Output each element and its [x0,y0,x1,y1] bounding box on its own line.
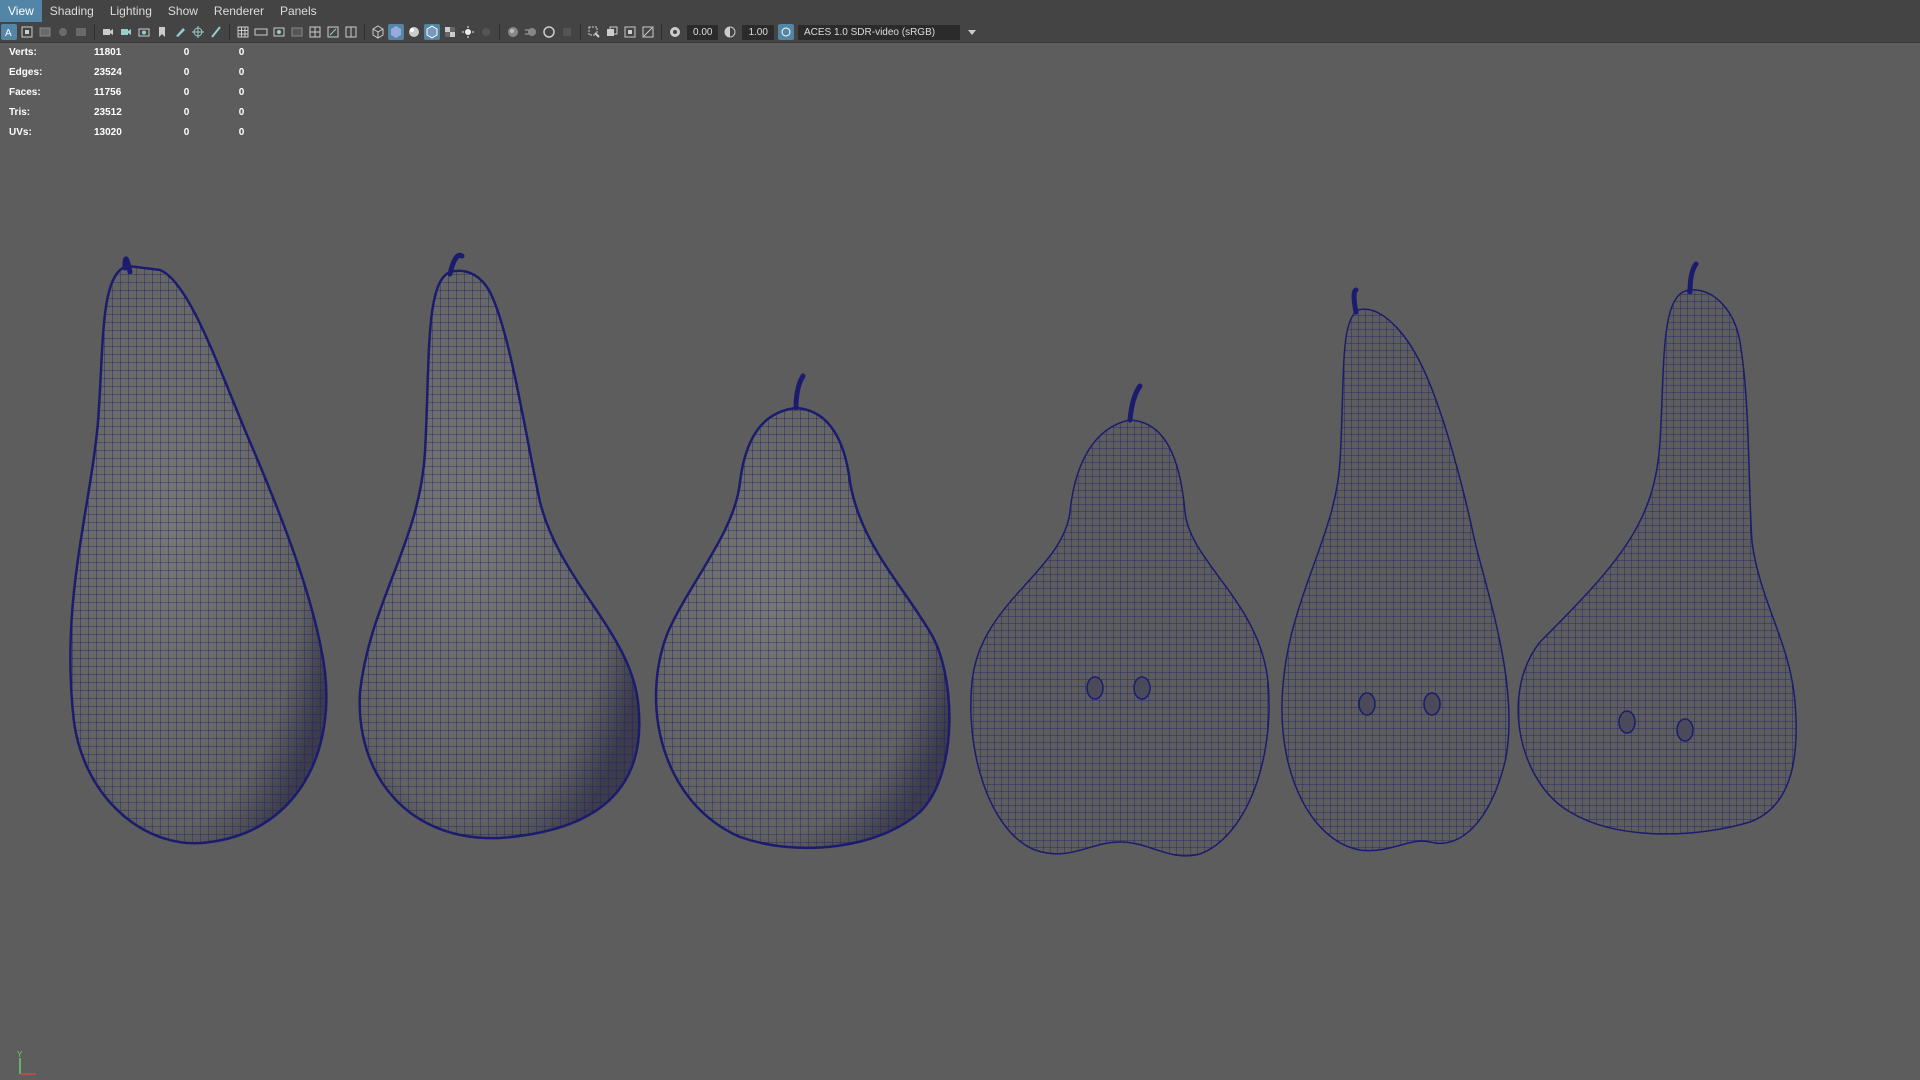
safe-title-icon[interactable] [343,24,359,40]
pear-seed [1618,710,1636,734]
pear-seed [1423,692,1441,716]
viewport-3d[interactable] [0,42,1920,1080]
film-gate-icon[interactable] [253,24,269,40]
pear-models[interactable] [69,252,1797,857]
view-2d-pan-icon[interactable] [73,24,89,40]
camera-lock-icon[interactable] [118,24,134,40]
pear-seed [1133,676,1151,700]
pear-stem [1127,383,1143,423]
menu-panels[interactable]: Panels [272,0,325,22]
pear-wireframe [1281,308,1510,852]
toolbar-divider [364,24,365,40]
pear-stem [793,373,806,411]
pear-stem [1351,287,1359,315]
toolbar-divider [580,24,581,40]
pear-seed [1086,676,1104,700]
pear-model-2[interactable] [358,252,641,840]
toolbar-divider [229,24,230,40]
default-material-icon[interactable] [406,24,422,40]
panel-toolbar: A 0.00 1.00 ACES 1.0 SDR-video (sRGB) [0,22,1920,43]
gamma-icon[interactable] [722,24,738,40]
pear-wireframe [654,406,951,850]
pear-seed [1676,718,1694,742]
toolbar-divider [499,24,500,40]
shadows-icon[interactable] [478,24,494,40]
menu-view[interactable]: View [0,0,42,22]
toolbar-divider [661,24,662,40]
xray-joints-icon[interactable] [640,24,656,40]
pear-stem [122,256,133,275]
color-space-dropdown[interactable]: ACES 1.0 SDR-video (sRGB) [797,24,960,40]
select-camera-icon[interactable]: A [1,24,17,40]
field-chart-icon[interactable] [307,24,323,40]
pear-model-3[interactable] [654,373,951,850]
grid-icon[interactable] [235,24,251,40]
snapshot-icon[interactable] [136,24,152,40]
xray-active-components-icon[interactable] [622,24,638,40]
ambient-occlusion-icon[interactable] [505,24,521,40]
pear-stem [1687,261,1699,295]
camera-icon[interactable] [100,24,116,40]
menu-renderer[interactable]: Renderer [206,0,272,22]
wireframe-cube-icon[interactable] [370,24,386,40]
image-plane-icon[interactable] [55,24,71,40]
isolate-select-icon[interactable] [586,24,602,40]
chevron-down-icon[interactable] [964,24,980,40]
menu-bar: View Shading Lighting Show Renderer Pane… [0,0,1920,22]
axis-gizmo: Y [17,1050,36,1075]
pear-model-4[interactable] [970,383,1270,857]
wireframe-on-shaded-icon[interactable] [424,24,440,40]
lights-icon[interactable] [460,24,476,40]
menu-show[interactable]: Show [160,0,206,22]
pear-seed [1358,692,1376,716]
gate-mask-icon[interactable] [289,24,305,40]
pear-model-6[interactable] [1517,261,1797,835]
exposure-icon[interactable] [667,24,683,40]
camera-attributes-icon[interactable] [19,24,35,40]
depth-of-field-icon[interactable] [559,24,575,40]
anti-aliasing-icon[interactable] [541,24,557,40]
move-tool-icon[interactable] [190,24,206,40]
textured-icon[interactable] [442,24,458,40]
bookmark-icon[interactable] [37,24,53,40]
pear-wireframe [1517,289,1797,835]
gamma-field[interactable]: 1.00 [742,24,774,40]
bookmark-flag-icon[interactable] [154,24,170,40]
pear-wireframe [69,264,328,845]
paint-brush-icon[interactable] [208,24,224,40]
y-axis-label: Y [17,1050,23,1059]
menu-lighting[interactable]: Lighting [102,0,160,22]
pear-model-5[interactable] [1281,287,1510,852]
toolbar-divider [94,24,95,40]
smooth-shade-icon[interactable] [388,24,404,40]
xray-icon[interactable] [604,24,620,40]
view-transform-icon[interactable] [777,24,794,40]
pear-wireframe [358,269,641,840]
pear-wireframe [970,419,1270,857]
resolution-gate-icon[interactable] [271,24,287,40]
svg-text:A: A [5,28,12,39]
safe-action-icon[interactable] [325,24,341,40]
grease-pencil-icon[interactable] [172,24,188,40]
pear-model-1[interactable] [69,256,328,845]
motion-blur-icon[interactable] [523,24,539,40]
exposure-field[interactable]: 0.00 [687,24,719,40]
menu-shading[interactable]: Shading [42,0,102,22]
